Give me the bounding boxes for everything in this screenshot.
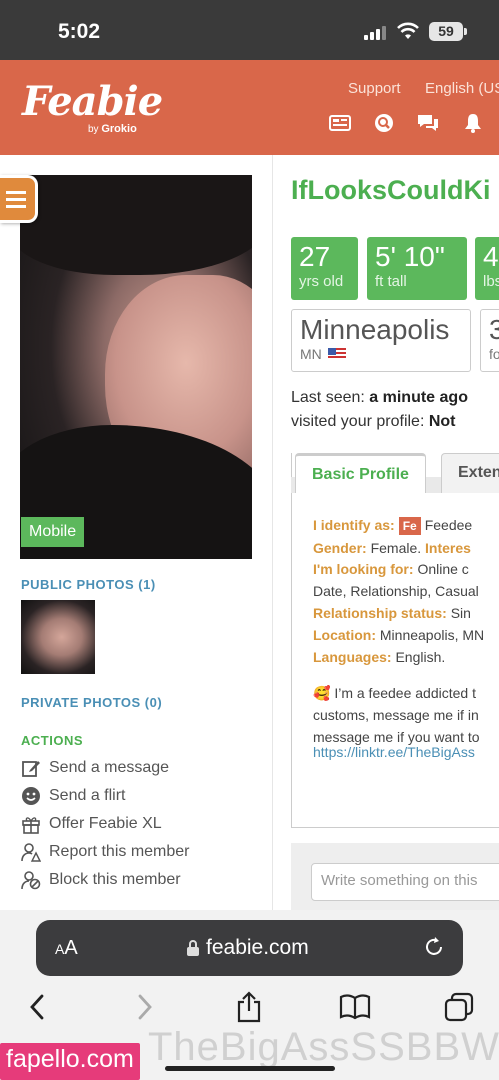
language-link[interactable]: English (US: [425, 80, 499, 97]
public-photos-title: PUBLIC PHOTOS (1): [21, 577, 156, 592]
followers-box: 3fo: [480, 309, 499, 372]
chat-icon[interactable]: [416, 112, 440, 134]
profile-main-photo[interactable]: [20, 175, 252, 559]
linktree-link[interactable]: https://linktr.ee/TheBigAss: [313, 744, 475, 760]
feabie-logo[interactable]: Feabie: [22, 78, 163, 125]
bio-line: 🥰 I’m a feedee addicted t: [313, 685, 476, 701]
identify-row: I identify as: Fe Feedee: [313, 517, 473, 535]
action-label: Send a message: [49, 759, 170, 776]
profile-main: IfLooksCouldKi 27 yrs old 5' 10" ft tall 4…: [272, 155, 499, 910]
tab-basic-profile[interactable]: Basic Profile: [295, 453, 426, 493]
news-icon[interactable]: [328, 112, 352, 134]
watermark-text: TheBigAssSSBBW: [148, 1025, 499, 1069]
offer-feabie-xl-action[interactable]: Offer Feabie XL: [21, 814, 162, 834]
cellular-signal-icon: [364, 24, 386, 40]
age-stat: 27 yrs old: [291, 237, 358, 300]
looking-for-row-2: Date, Relationship, Casual: [313, 583, 479, 599]
gender-row: Gender: Female. Interes: [313, 540, 471, 556]
relationship-row: Relationship status: Sin: [313, 605, 471, 621]
action-label: Report this member: [49, 843, 190, 860]
us-flag-icon: [327, 348, 346, 360]
report-user-icon: [21, 842, 41, 862]
status-bar: 5:02 59: [0, 0, 499, 60]
visited-profile: visited your profile: Not: [291, 413, 456, 430]
wifi-icon: [397, 22, 419, 39]
reload-icon[interactable]: [423, 936, 445, 958]
support-link[interactable]: Support: [348, 80, 401, 97]
tabs-icon[interactable]: [442, 990, 476, 1024]
lock-icon: [187, 940, 199, 956]
back-icon[interactable]: [20, 990, 54, 1024]
report-member-action[interactable]: Report this member: [21, 842, 190, 862]
gift-icon: [21, 814, 41, 834]
action-label: Block this member: [49, 871, 181, 888]
smiley-icon: [21, 786, 41, 806]
block-user-icon: [21, 870, 41, 890]
send-message-action[interactable]: Send a message: [21, 758, 169, 778]
url-display[interactable]: feabie.com: [186, 936, 309, 960]
notification-icon[interactable]: [461, 112, 485, 134]
last-seen: Last seen: a minute ago: [291, 389, 468, 406]
address-bar[interactable]: AA feabie.com: [36, 920, 463, 976]
logo-byline: by Grokio: [88, 123, 137, 135]
location-row: Location: Minneapolis, MN: [313, 627, 485, 643]
bio-line: customs, message me if in: [313, 707, 479, 723]
battery-indicator: 59: [429, 22, 467, 41]
edit-icon: [21, 758, 41, 778]
profile-username: IfLooksCouldKi: [291, 175, 491, 205]
bio-line: message me if you want to: [313, 729, 480, 745]
languages-row: Languages: English.: [313, 649, 446, 665]
forward-icon[interactable]: [128, 990, 162, 1024]
site-badge: fapello.com: [0, 1043, 140, 1080]
site-header: Feabie by Grokio Support English (US: [0, 60, 499, 155]
weight-stat: 4lbs: [475, 237, 499, 300]
menu-icon[interactable]: [0, 175, 38, 223]
action-label: Offer Feabie XL: [49, 815, 162, 832]
bookmarks-icon[interactable]: [338, 990, 372, 1024]
feedee-badge: Fe: [398, 517, 421, 535]
looking-for-row: I'm looking for: Online c: [313, 561, 469, 577]
send-flirt-action[interactable]: Send a flirt: [21, 786, 125, 806]
home-indicator: [165, 1066, 335, 1071]
search-icon[interactable]: [372, 112, 396, 134]
actions-title: ACTIONS: [21, 733, 83, 748]
height-stat: 5' 10" ft tall: [367, 237, 467, 300]
share-icon[interactable]: [232, 990, 266, 1024]
action-label: Send a flirt: [49, 787, 126, 804]
private-photos-title: PRIVATE PHOTOS (0): [21, 695, 163, 710]
tab-extended-profile[interactable]: Exten: [441, 453, 499, 493]
public-photo-thumbnail[interactable]: [21, 600, 95, 674]
comment-input[interactable]: Write something on this: [311, 863, 499, 901]
location-box: Minneapolis MN: [291, 309, 471, 372]
block-member-action[interactable]: Block this member: [21, 870, 181, 890]
mobile-badge: Mobile: [21, 517, 85, 547]
status-time: 5:02: [58, 20, 101, 43]
reader-options-button[interactable]: AA: [55, 937, 78, 960]
